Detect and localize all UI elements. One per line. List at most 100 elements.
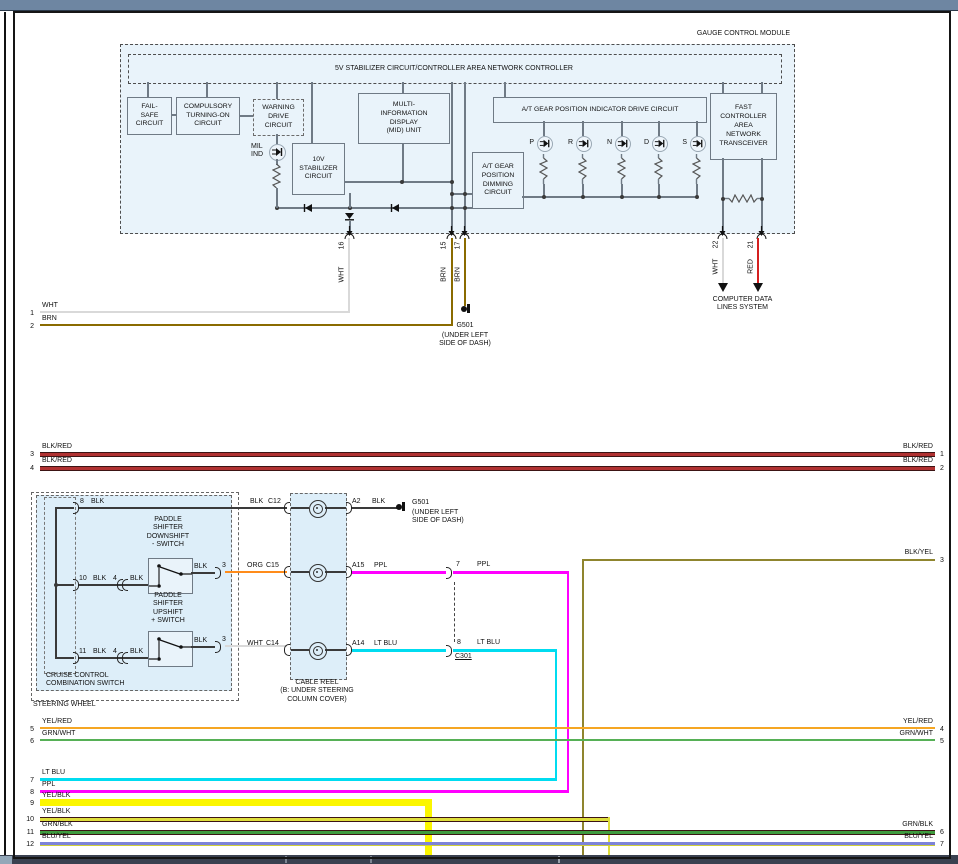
wire-bluyel-row12 xyxy=(40,842,935,846)
left-pin-label: YEL/BLK xyxy=(42,792,70,800)
connector-label: C12 xyxy=(268,498,281,506)
wire-blk-row-mid xyxy=(79,584,148,586)
c301-pin-number: 8 xyxy=(457,639,461,647)
right-pin-label: BLU/YEL xyxy=(833,833,933,841)
wire-ltblu-vertical xyxy=(555,649,558,781)
at-gear-indicator-drive-block: A/T GEAR POSITION INDICATOR DRIVE CIRCUI… xyxy=(493,97,707,123)
left-pin-label: BLK/RED xyxy=(42,457,72,465)
wire-color-label: BLK xyxy=(194,563,207,571)
steering-wheel-label: STEERING WHEEL xyxy=(33,701,96,709)
left-pin-number: 6 xyxy=(18,738,34,746)
wire-brn-17 xyxy=(464,238,466,306)
wire-color-label: BLK xyxy=(250,498,263,506)
diode-icon xyxy=(303,204,313,212)
pin17-wire-label: BRN xyxy=(454,260,463,290)
wire-blk-row-bot xyxy=(79,657,148,659)
wire-blkred-row3 xyxy=(40,452,935,457)
wire-wht-22 xyxy=(722,238,724,283)
left-pin-label: YEL/RED xyxy=(42,718,72,726)
wire-ppl-vertical xyxy=(567,571,570,792)
connector-label: A14 xyxy=(352,640,364,648)
mil-ind-label: MIL IND xyxy=(251,143,263,160)
wire-color-label: BLK xyxy=(93,648,106,656)
cable-reel-caption: CABLE REEL (B: UNDER STEERING COLUMN COV… xyxy=(262,679,372,704)
connector-label: A2 xyxy=(352,498,361,506)
left-pin-number: 11 xyxy=(14,829,34,837)
pin16-number: 16 xyxy=(338,231,347,261)
left-pin-number: 1 xyxy=(18,310,34,318)
left-pin-number: 10 xyxy=(14,816,34,824)
mid-unit-block: MULTI- INFORMATION DISPLAY (MID) UNIT xyxy=(358,93,450,144)
led-label-d: D xyxy=(636,139,649,147)
wire-blk-row-top xyxy=(79,507,287,509)
led-label-n: N xyxy=(599,139,612,147)
wire-ltblu-row7 xyxy=(40,778,557,781)
paddle-downshift-label: PADDLE SHIFTER DOWNSHIFT - SWITCH xyxy=(133,516,203,549)
g501-note: (UNDER LEFT SIDE OF DASH) xyxy=(425,332,505,349)
gear-led-icon xyxy=(576,136,592,152)
right-pin-label: YEL/RED xyxy=(833,718,933,726)
left-pin-label: WHT xyxy=(42,302,58,310)
fast-can-transceiver-block: FAST CONTROLLER AREA NETWORK TRANSCEIVER xyxy=(710,93,777,160)
wire-blkred-row4 xyxy=(40,466,935,471)
left-pin-label: BLK/RED xyxy=(42,443,72,451)
pin22-wire-label: WHT xyxy=(712,252,721,282)
left-pin-number: 8 xyxy=(18,789,34,797)
gear-led-icon xyxy=(615,136,631,152)
right-pin-number: 5 xyxy=(940,738,944,746)
c301-label: C301 xyxy=(455,653,472,661)
diode-icon xyxy=(390,204,400,212)
right-pin-label: BLK/RED xyxy=(833,443,933,451)
right-pin-label: GRN/WHT xyxy=(833,730,933,738)
cruise-switch-label: CRUISE CONTROL COMBINATION SWITCH xyxy=(46,672,124,689)
connector-arc xyxy=(122,652,128,664)
wire-color-label: BLK xyxy=(372,498,385,506)
wire-color-label: BLK xyxy=(130,575,143,583)
connector-arc xyxy=(284,502,290,514)
wire-yelblk-vertical xyxy=(425,799,432,855)
paddle-upshift-switch-box xyxy=(148,631,193,667)
wire-yelblk-row10 xyxy=(40,817,610,822)
wiring-diagram-page: GAUGE CONTROL MODULE 5V STABILIZER CIRCU… xyxy=(0,0,958,864)
wire-color-label: ORG xyxy=(247,562,263,570)
left-pin-number: 3 xyxy=(18,451,34,459)
wire-color-label: BLK xyxy=(194,637,207,645)
mil-led-icon xyxy=(269,144,286,161)
left-pin-number: 12 xyxy=(14,841,34,849)
wire-color-label: LT BLU xyxy=(477,639,500,647)
connector-arc xyxy=(122,579,128,591)
wire-yelred-row5 xyxy=(40,727,935,729)
wire-ppl xyxy=(453,571,569,574)
connector-arc xyxy=(284,644,290,656)
led-label-r: R xyxy=(560,139,573,147)
led-label-p: P xyxy=(521,139,534,147)
c301-connector-line xyxy=(454,582,455,642)
right-pin-number: 7 xyxy=(940,841,944,849)
wire-color-label: WHT xyxy=(247,640,263,648)
left-pin-number: 5 xyxy=(18,726,34,734)
g501-note: (UNDER LEFT SIDE OF DASH) xyxy=(412,509,464,526)
connector-label: A15 xyxy=(352,562,364,570)
wire-brn-row2 xyxy=(40,324,453,326)
cable-reel-coil-icon xyxy=(309,642,327,660)
mil-resistor-icon xyxy=(272,164,281,188)
wire-blk-to-g501 xyxy=(352,507,397,509)
wire-blkyel xyxy=(582,559,935,561)
left-pin-label: GRN/BLK xyxy=(42,821,73,829)
g501-name: G501 xyxy=(412,499,429,507)
pin16-wire-label: WHT xyxy=(338,260,347,290)
c301-pin-number: 7 xyxy=(456,561,460,569)
gear-led-icon xyxy=(652,136,668,152)
left-pin-label: GRN/WHT xyxy=(42,730,75,738)
compulsory-turning-on-block: COMPULSORY TURNING-ON CIRCUIT xyxy=(176,97,240,135)
left-pin-label: LT BLU xyxy=(42,769,65,777)
can-resistor-icon xyxy=(724,194,762,203)
wire-blk-downshift-out xyxy=(191,572,215,574)
switch-pin-number: 8 xyxy=(80,498,84,506)
wire-ppl-row8 xyxy=(40,790,569,793)
wire-blk-upshift-out xyxy=(191,646,215,648)
left-pin-number: 9 xyxy=(18,800,34,808)
switch-pin-number: 11 xyxy=(79,648,86,656)
wire-grnwht-row6 xyxy=(40,739,935,741)
gear-led-icon xyxy=(690,136,706,152)
